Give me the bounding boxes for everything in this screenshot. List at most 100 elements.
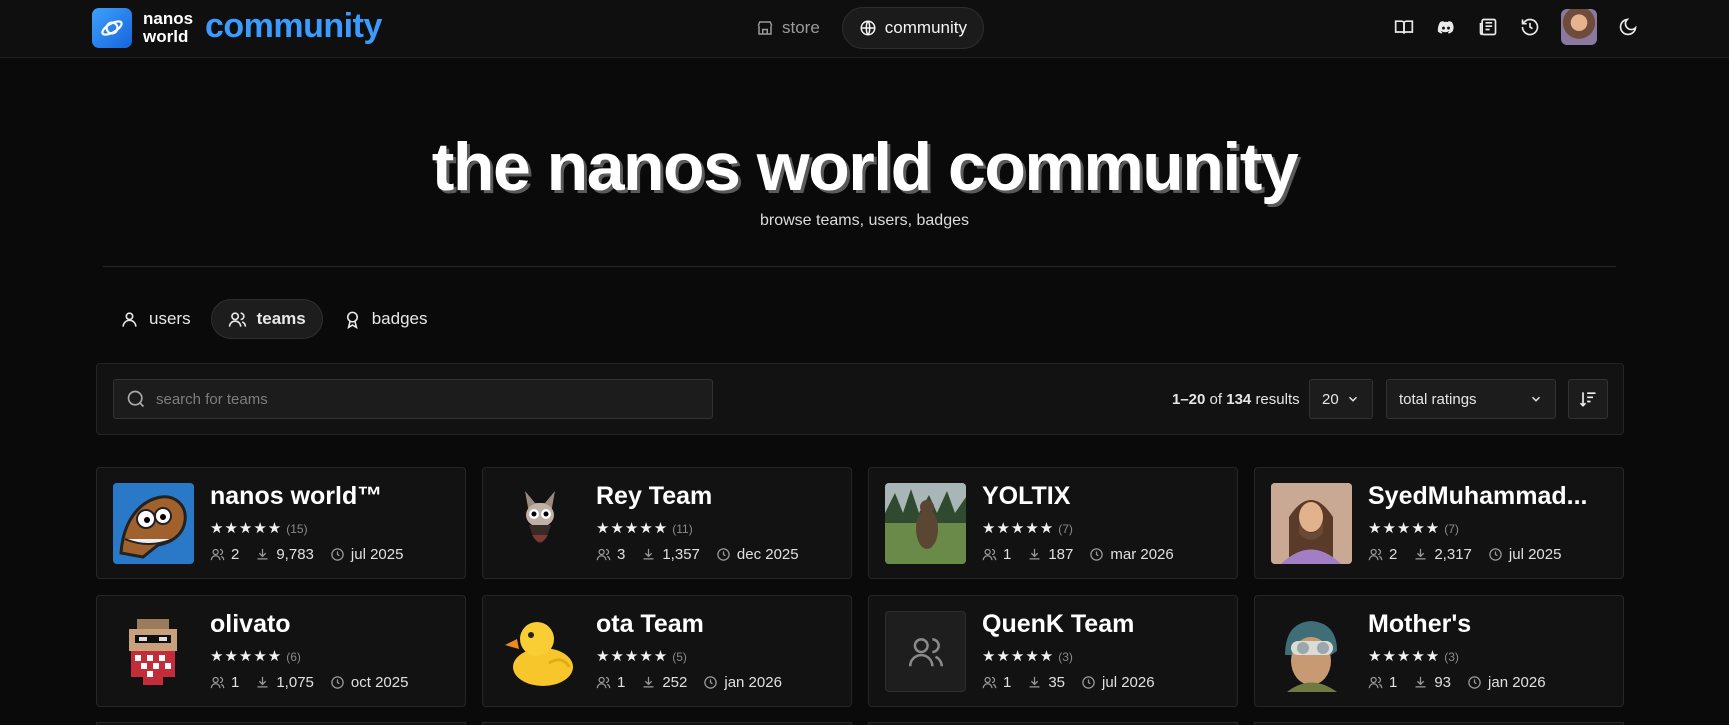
sort-by-select[interactable]: total ratings [1386, 379, 1556, 419]
user-avatar[interactable] [1561, 9, 1597, 45]
members-icon [210, 676, 225, 689]
chevron-down-icon [1348, 396, 1358, 402]
logo-line2: world [143, 27, 189, 46]
rating-count: (15) [286, 522, 308, 536]
search-box[interactable] [113, 379, 713, 419]
users-icon [228, 311, 246, 327]
members-icon [596, 676, 611, 689]
search-input[interactable] [156, 390, 676, 408]
member-count: 2 [231, 546, 240, 563]
created-date: jul 2025 [350, 546, 404, 563]
team-card[interactable]: Rey Team ★★★★★ (11) 3 1,357 dec 2025 [482, 467, 852, 579]
docs-book-icon[interactable] [1393, 16, 1415, 38]
team-name[interactable]: QuenK Team [982, 610, 1227, 639]
download-icon [643, 676, 654, 688]
team-name[interactable]: YOLTIX [982, 482, 1227, 511]
rating-stars: ★★★★★ (7) [1368, 519, 1459, 537]
moon-icon[interactable] [1617, 16, 1639, 38]
tab-teams-label: teams [256, 309, 306, 328]
team-name[interactable]: Mother's [1368, 610, 1613, 639]
rating-stars: ★★★★★ (15) [210, 519, 308, 537]
download-icon [1415, 676, 1426, 688]
tab-users-label: users [149, 309, 191, 328]
members-icon [982, 676, 997, 689]
results-of: of [1209, 391, 1223, 408]
browse-tabs: users teams badges [104, 299, 444, 339]
stars-glyphs: ★★★★★ [1368, 520, 1441, 537]
clock-icon [1468, 676, 1481, 689]
tab-badges-label: badges [371, 309, 428, 328]
results-total: 134 [1226, 391, 1252, 408]
member-count: 1 [1389, 674, 1398, 691]
filter-bar: 1–20 of 134 results 20 total ratings [96, 363, 1624, 435]
history-icon[interactable] [1519, 16, 1541, 38]
rating-stars: ★★★★★ (6) [210, 647, 301, 665]
team-meta: 1 187 mar 2026 [982, 546, 1174, 563]
team-card[interactable]: QuenK Team ★★★★★ (3) 1 35 jul 2026 [868, 595, 1238, 707]
rating-count: (5) [672, 650, 687, 664]
clock-icon [331, 548, 344, 561]
team-avatar-placeholder [885, 611, 966, 692]
team-name[interactable]: nanos world™ [210, 482, 455, 511]
team-card[interactable]: Mother's ★★★★★ (3) 1 93 jan 2026 [1254, 595, 1624, 707]
per-page-select[interactable]: 20 [1309, 379, 1373, 419]
sort-by-value: total ratings [1399, 390, 1477, 408]
members-icon [1368, 676, 1383, 689]
team-card[interactable]: SyedMuhammad... ★★★★★ (7) 2 2,317 jul 202… [1254, 467, 1624, 579]
nav-community-link[interactable]: community [841, 7, 984, 49]
member-count: 1 [617, 674, 626, 691]
store-icon [757, 21, 773, 35]
download-count: 35 [1048, 674, 1066, 691]
divider [103, 266, 1616, 267]
team-card[interactable]: ota Team ★★★★★ (5) 1 252 jan 2026 [482, 595, 852, 707]
member-count: 1 [1003, 546, 1012, 563]
users-icon [908, 637, 943, 666]
member-count: 3 [617, 546, 626, 563]
nav-store-link[interactable]: store [740, 7, 836, 49]
product-name[interactable]: community [205, 7, 382, 46]
nanos-world-logo-icon[interactable] [92, 8, 132, 48]
team-avatar-pixel-face [113, 611, 194, 692]
team-name[interactable]: SyedMuhammad... [1368, 482, 1613, 511]
created-date: oct 2025 [350, 674, 409, 691]
team-name[interactable]: Rey Team [596, 482, 841, 511]
globe-icon [860, 20, 876, 36]
results-count: 1–20 of 134 results [1172, 391, 1300, 408]
member-count: 2 [1389, 546, 1398, 563]
team-name[interactable]: olivato [210, 610, 455, 639]
tab-badges[interactable]: badges [327, 299, 444, 339]
clock-icon [1090, 548, 1104, 561]
stars-glyphs: ★★★★★ [982, 648, 1055, 665]
team-name[interactable]: ota Team [596, 610, 841, 639]
team-meta: 1 35 jul 2026 [982, 674, 1155, 691]
download-count: 2,317 [1434, 546, 1472, 563]
team-card[interactable]: olivato ★★★★★ (6) 1 1,075 oct 2025 [96, 595, 466, 707]
download-count: 93 [1434, 674, 1452, 691]
team-card[interactable]: nanos world™ ★★★★★ (15) 2 9,783 jul 2025 [96, 467, 466, 579]
clock-icon [704, 676, 718, 689]
members-icon [1368, 548, 1383, 561]
logo-wordmark[interactable]: nanos world [143, 10, 193, 46]
team-avatar-portrait [1271, 483, 1352, 564]
download-count: 1,075 [276, 674, 314, 691]
clock-icon [331, 676, 344, 689]
download-icon [1029, 548, 1040, 560]
rating-stars: ★★★★★ (5) [596, 647, 687, 665]
created-date: jul 2025 [1508, 546, 1562, 563]
sort-direction-button[interactable] [1568, 379, 1608, 419]
tab-teams[interactable]: teams [210, 299, 323, 339]
download-icon [257, 676, 268, 688]
user-icon [122, 311, 137, 327]
chevron-down-icon [1531, 396, 1541, 402]
news-icon[interactable] [1477, 16, 1499, 38]
stars-glyphs: ★★★★★ [210, 648, 283, 665]
team-meta: 3 1,357 dec 2025 [596, 546, 799, 563]
team-meta: 1 252 jan 2026 [596, 674, 782, 691]
stars-glyphs: ★★★★★ [596, 520, 669, 537]
per-page-value: 20 [1322, 390, 1339, 408]
team-card[interactable]: YOLTIX ★★★★★ (7) 1 187 mar 2026 [868, 467, 1238, 579]
nav-store-label: store [782, 18, 820, 37]
tab-users[interactable]: users [104, 299, 207, 339]
discord-icon[interactable] [1435, 16, 1457, 38]
members-icon [596, 548, 611, 561]
